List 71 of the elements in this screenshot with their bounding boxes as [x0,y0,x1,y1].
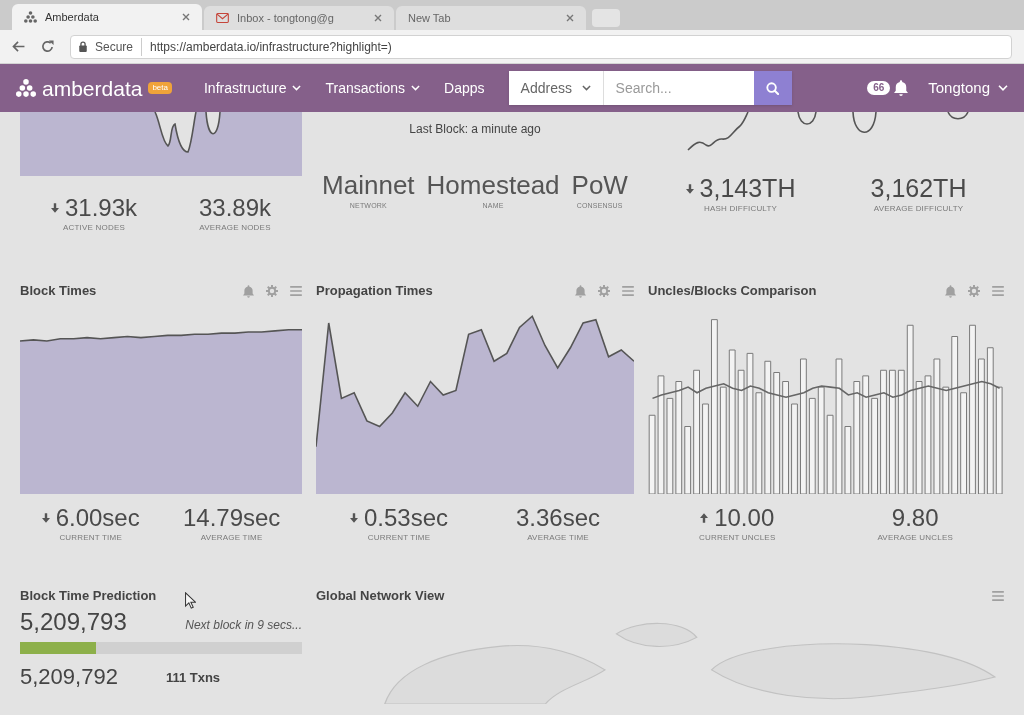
new-tab-button[interactable] [592,9,620,27]
browser-tab[interactable]: New Tab [396,6,586,30]
block-number: 5,209,792 [20,665,118,688]
stat-label: HASH DIFFICULTY [703,205,778,213]
panel-title: Propagation Times [316,282,433,301]
stat-label: CURRENT UNCLES [699,534,776,542]
last-block-text: Last Block: a minute ago [409,121,541,138]
chevron-down-icon [998,85,1008,91]
stat-value: 9.80 [891,506,939,530]
stat-label: AVERAGE UNCLES [877,534,953,542]
stat-value: 14.79sec [182,506,281,530]
nav-item[interactable]: Transactions [325,77,421,99]
mouse-pointer-icon [185,592,196,609]
network-value: PoW [571,172,628,198]
browser-tab[interactable]: Inbox - tongtong@g [204,6,394,30]
brand-name: amberdata [42,77,143,99]
browser-tab[interactable]: Amberdata [12,4,202,30]
logo-icon [16,79,36,97]
nav-item[interactable]: Dapps [444,77,485,99]
lock-icon [79,41,87,52]
panel-title: Block Time Prediction [20,587,157,605]
stat-value: 3,162TH [870,176,967,201]
settings-icon[interactable] [968,285,980,297]
user-menu-button[interactable]: Tongtong [928,76,1008,100]
stat-label: AVERAGE TIME [527,534,589,542]
stat-value: 31.93k [64,196,138,220]
reload-icon[interactable] [41,40,54,53]
search-icon [766,81,780,95]
panel-title: Uncles/Blocks Comparison [648,282,817,301]
chevron-down-icon [581,85,591,91]
stat-value: 33.89k [198,196,272,220]
bell-icon[interactable] [894,80,909,96]
address-bar[interactable]: Secure https://amberdata.io/infrastructure?highlight=) [70,34,1012,59]
settings-icon[interactable] [266,285,278,297]
search-type-select[interactable]: Address [508,71,604,105]
logo-badge: beta [148,82,172,94]
back-arrow-icon[interactable] [12,41,25,52]
search-button[interactable] [753,71,792,105]
panel-title: Global Network View [316,587,445,605]
notification-badge: 66 [867,81,891,95]
network-value: Mainnet [322,172,415,198]
stat-value: 3.36sec [515,506,601,530]
close-icon[interactable] [374,14,382,22]
menu-icon[interactable] [290,286,302,296]
search-input[interactable]: Search... [603,71,754,105]
stat-label: AVERAGE TIME [200,534,263,542]
close-icon[interactable] [182,13,190,21]
close-icon[interactable] [566,14,574,22]
stat-label: AVERAGE NODES [199,224,271,232]
stat-value: 3,143TH [699,176,796,201]
stat-value: 0.53sec [363,506,449,530]
stat-label: CURRENT TIME [59,534,122,542]
network-value: Homestead [426,172,560,198]
menu-icon[interactable] [622,286,634,296]
block-number: 5,209,793 [20,609,127,634]
nav-item[interactable]: Infrastructure [204,77,302,99]
envelope-icon [216,13,229,23]
stat-label: CURRENT TIME [367,534,431,542]
txns-count: 111 Txns [165,669,221,687]
menu-icon[interactable] [992,590,1004,601]
menu-icon[interactable] [992,286,1004,296]
url-text: https://amberdata.io/infrastructure?highlight=) [150,38,392,56]
countdown-text: Next block in 9 secs... [185,616,302,634]
settings-icon[interactable] [598,285,610,297]
logo-icon [24,11,37,23]
stat-label: ACTIVE NODES [63,224,125,232]
panel-title: Block Times [20,282,97,301]
stat-label: AVERAGE DIFFICULTY [873,205,964,213]
secure-label: Secure [95,37,143,56]
stat-value: 6.00sec [55,506,140,530]
stat-value: 10.00 [714,506,775,530]
